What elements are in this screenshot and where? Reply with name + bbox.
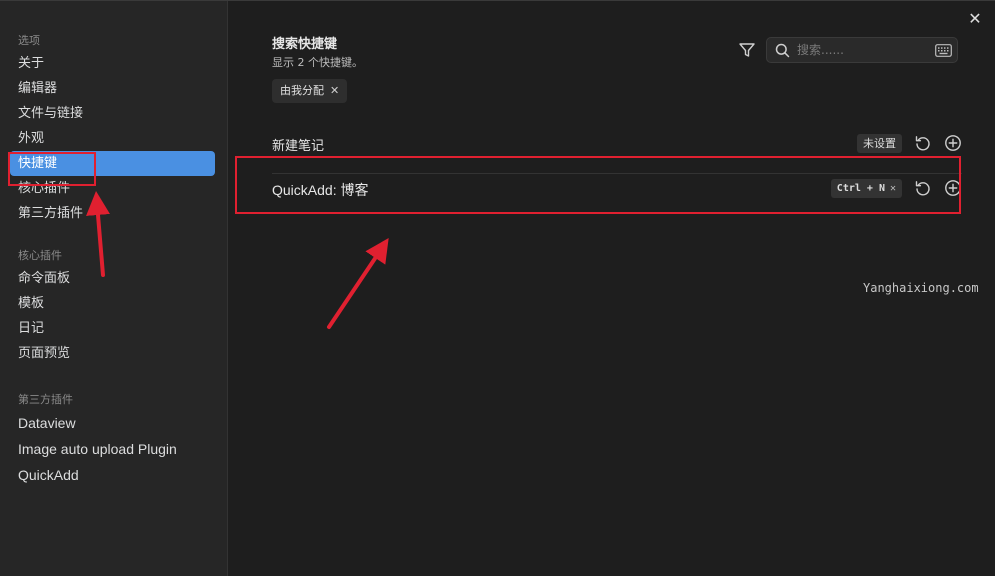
hotkey-row: QuickAdd: 博客 Ctrl + N ✕	[272, 173, 962, 203]
sidebar-item-files-links[interactable]: 文件与链接	[10, 101, 215, 126]
sidebar-item-daily-notes[interactable]: 日记	[10, 316, 215, 341]
sidebar-item-community-plugins[interactable]: 第三方插件	[10, 201, 215, 226]
hotkey-command-name: QuickAdd: 博客	[272, 182, 369, 198]
sidebar-item-dataview[interactable]: Dataview	[10, 410, 215, 436]
close-icon[interactable]: ✕	[965, 9, 985, 29]
remove-hotkey-icon[interactable]: ✕	[890, 183, 896, 194]
sidebar-item-page-preview[interactable]: 页面预览	[10, 341, 215, 366]
add-hotkey-icon[interactable]	[944, 179, 962, 197]
search-icon	[775, 43, 790, 58]
sidebar-item-about[interactable]: 关于	[10, 51, 215, 76]
reset-icon[interactable]	[914, 179, 932, 197]
sidebar-item-quickadd[interactable]: QuickAdd	[10, 462, 215, 488]
hotkey-count-text: 显示 2 个快捷键。	[272, 56, 363, 69]
hotkey-badge: Ctrl + N ✕	[830, 179, 902, 198]
hotkey-combination: Ctrl + N	[836, 183, 885, 194]
search-box[interactable]	[766, 37, 958, 63]
filter-chip-label: 由我分配	[280, 84, 324, 97]
reset-icon[interactable]	[914, 134, 932, 152]
sidebar-item-core-plugins[interactable]: 核心插件	[10, 176, 215, 201]
hotkey-row: 新建笔记 未设置	[272, 129, 962, 159]
settings-window: 选项 关于 编辑器 文件与链接 外观 快捷键 核心插件 第三方插件 核心插件 命…	[0, 0, 995, 576]
hotkey-command-name: 新建笔记	[272, 139, 325, 154]
watermark-text: Yanghaixiong.com	[863, 281, 979, 295]
sidebar-section-core: 核心插件	[18, 249, 62, 262]
sidebar-item-appearance[interactable]: 外观	[10, 126, 215, 151]
chip-close-icon[interactable]: ✕	[330, 84, 339, 97]
sidebar-item-hotkeys[interactable]: 快捷键	[10, 151, 215, 176]
add-hotkey-icon[interactable]	[944, 134, 962, 152]
page-title: 搜索快捷键	[272, 37, 338, 52]
sidebar-section-options: 选项	[18, 34, 40, 47]
search-input[interactable]	[797, 41, 927, 59]
sidebar-item-templates[interactable]: 模板	[10, 291, 215, 316]
filter-icon[interactable]	[738, 41, 756, 59]
sidebar-item-image-auto-upload[interactable]: Image auto upload Plugin	[10, 436, 215, 462]
sidebar-item-editor[interactable]: 编辑器	[10, 76, 215, 101]
keyboard-icon[interactable]	[935, 44, 952, 57]
sidebar-item-command-palette[interactable]: 命令面板	[10, 266, 215, 291]
hotkey-badge: 未设置	[857, 134, 902, 153]
filter-chip-assigned-by-me[interactable]: 由我分配 ✕	[272, 79, 348, 103]
settings-sidebar: 选项 关于 编辑器 文件与链接 外观 快捷键 核心插件 第三方插件 核心插件 命…	[0, 1, 228, 576]
sidebar-section-third-party: 第三方插件	[18, 393, 73, 406]
